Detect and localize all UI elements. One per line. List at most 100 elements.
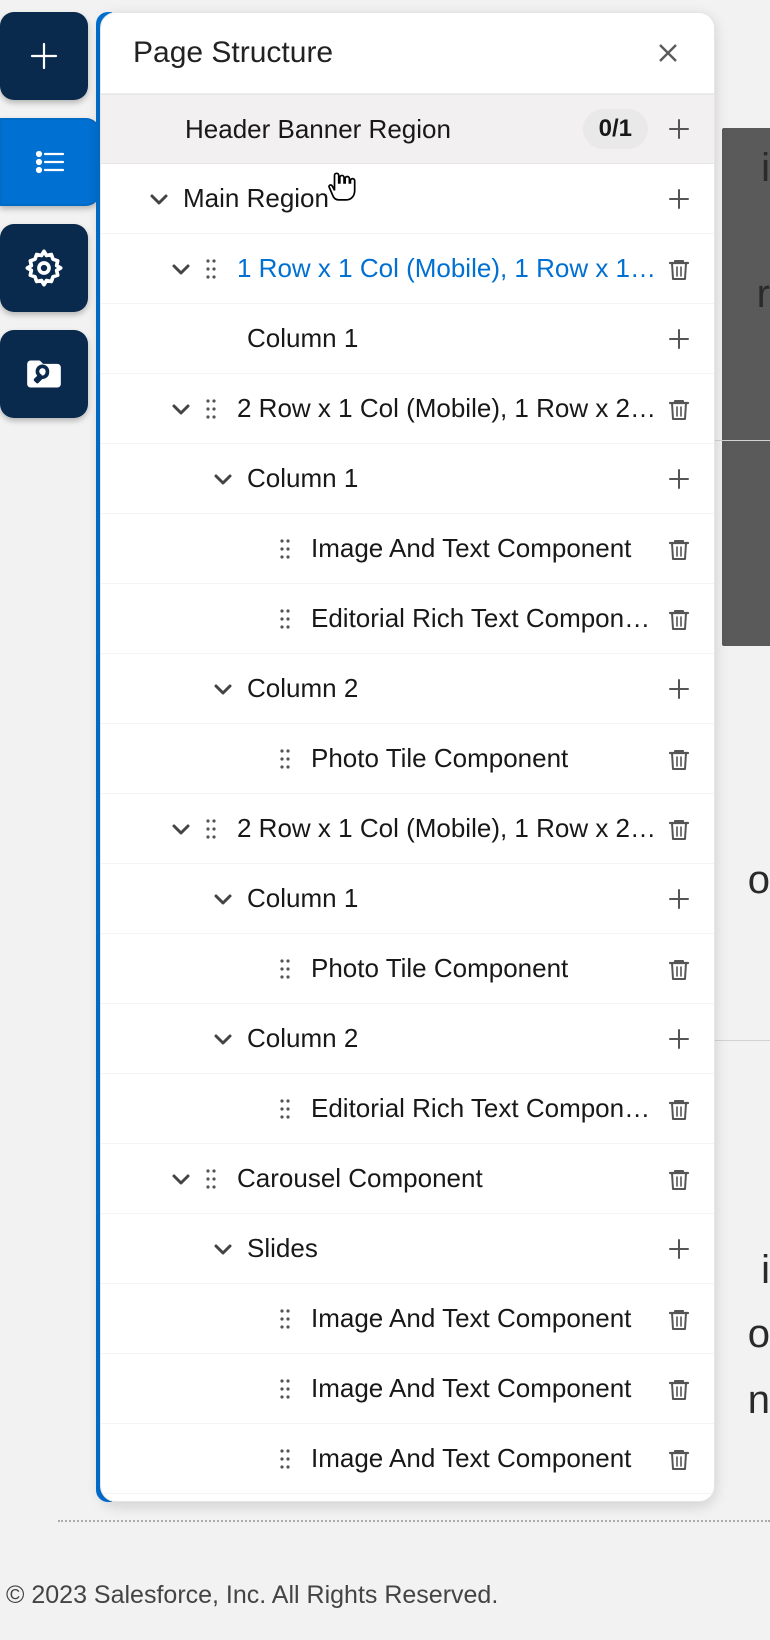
tree-row[interactable]: Image And Text Component [101, 1354, 714, 1424]
tree-row[interactable]: Column 1 [101, 864, 714, 934]
delete-button[interactable] [658, 1158, 700, 1200]
add-button[interactable] [0, 12, 88, 100]
tools-button[interactable] [0, 330, 88, 418]
drag-handle[interactable] [273, 602, 297, 636]
plus-icon [666, 186, 692, 212]
delete-button[interactable] [658, 948, 700, 990]
add-child-button[interactable] [658, 878, 700, 920]
add-child-button[interactable] [658, 458, 700, 500]
list-icon [30, 142, 70, 182]
chevron-down-icon [212, 1028, 234, 1050]
tree-row[interactable]: Editorial Rich Text Component [101, 584, 714, 654]
settings-button[interactable] [0, 224, 88, 312]
trash-icon [666, 1096, 692, 1122]
drag-handle[interactable] [273, 1092, 297, 1126]
delete-button[interactable] [658, 1368, 700, 1410]
expand-toggle[interactable] [205, 1231, 241, 1267]
tree-row[interactable]: Image And Text Component [101, 514, 714, 584]
row-label: Photo Tile Component [305, 953, 658, 984]
plus-icon [666, 1026, 692, 1052]
delete-button[interactable] [658, 598, 700, 640]
tree-row[interactable]: Slides [101, 1214, 714, 1284]
plus-icon [24, 36, 64, 76]
drag-dots-icon [279, 747, 291, 771]
tree-row[interactable]: 2 Row x 1 Col (Mobile), 1 Row x 2 Col (T… [101, 794, 714, 864]
add-child-button[interactable] [658, 668, 700, 710]
expand-toggle[interactable] [205, 1021, 241, 1057]
expand-toggle[interactable] [163, 251, 199, 287]
delete-button[interactable] [658, 248, 700, 290]
add-child-button[interactable] [658, 178, 700, 220]
tree-row[interactable]: Column 2 [101, 654, 714, 724]
delete-button[interactable] [658, 1088, 700, 1130]
tree-row[interactable]: Column 1 [101, 304, 714, 374]
background-separator [710, 440, 770, 441]
close-button[interactable] [650, 35, 686, 71]
structure-button[interactable] [0, 118, 100, 206]
row-label: Image And Text Component [305, 1303, 658, 1334]
row-label: Image And Text Component [305, 1373, 658, 1404]
drag-handle[interactable] [273, 1442, 297, 1476]
row-label: Image And Text Component [305, 533, 658, 564]
row-label: Editorial Rich Text Component [305, 1093, 658, 1124]
expand-toggle[interactable] [163, 1161, 199, 1197]
chevron-down-icon [148, 188, 170, 210]
cursor-hand-icon [326, 168, 360, 202]
expand-toggle[interactable] [205, 671, 241, 707]
tree-row-header-banner[interactable]: Header Banner Region 0/1 [101, 94, 714, 164]
tree-row[interactable]: Main Region [101, 164, 714, 234]
plus-icon [666, 886, 692, 912]
drag-dots-icon [205, 257, 217, 281]
drag-dots-icon [279, 1307, 291, 1331]
drag-handle[interactable] [199, 812, 223, 846]
drag-handle[interactable] [273, 532, 297, 566]
drag-handle[interactable] [273, 1302, 297, 1336]
delete-button[interactable] [658, 808, 700, 850]
row-label: Carousel Component [231, 1163, 658, 1194]
tree-row[interactable]: Image And Text Component [101, 1424, 714, 1494]
copyright-footer: © 2023 Salesforce, Inc. All Rights Reser… [6, 1581, 498, 1610]
chevron-down-icon [212, 888, 234, 910]
tree-row[interactable]: 2 Row x 1 Col (Mobile), 1 Row x 2 Col (T… [101, 374, 714, 444]
delete-button[interactable] [658, 738, 700, 780]
drag-handle[interactable] [273, 1372, 297, 1406]
chevron-down-icon [170, 818, 192, 840]
tree-row[interactable]: Column 1 [101, 444, 714, 514]
drag-dots-icon [279, 537, 291, 561]
expand-toggle[interactable] [205, 881, 241, 917]
expand-toggle[interactable] [141, 181, 177, 217]
expand-toggle[interactable] [163, 811, 199, 847]
expand-toggle[interactable] [205, 461, 241, 497]
drag-handle[interactable] [199, 252, 223, 286]
tree-row[interactable]: Editorial Rich Text Component [101, 1074, 714, 1144]
delete-button[interactable] [658, 1298, 700, 1340]
chevron-down-icon [170, 1168, 192, 1190]
delete-button[interactable] [658, 528, 700, 570]
trash-icon [666, 1306, 692, 1332]
delete-button[interactable] [658, 388, 700, 430]
tree-row[interactable]: Column 2 [101, 1004, 714, 1074]
trash-icon [666, 1446, 692, 1472]
tree-row[interactable]: Carousel Component [101, 1144, 714, 1214]
drag-handle[interactable] [199, 392, 223, 426]
tree-row[interactable]: Photo Tile Component [101, 934, 714, 1004]
add-child-button[interactable] [658, 108, 700, 150]
row-label: Editorial Rich Text Component [305, 603, 658, 634]
drag-handle[interactable] [273, 742, 297, 776]
delete-button[interactable] [658, 1438, 700, 1480]
tree-row[interactable]: Photo Tile Component [101, 724, 714, 794]
background-separator [710, 1040, 770, 1041]
add-child-button[interactable] [658, 318, 700, 360]
drag-handle[interactable] [273, 952, 297, 986]
background-text-fragment: n [748, 1378, 770, 1423]
drag-handle[interactable] [199, 1162, 223, 1196]
add-child-button[interactable] [658, 1228, 700, 1270]
tree-row[interactable]: 1 Row x 1 Col (Mobile), 1 Row x 1 Col (T… [101, 234, 714, 304]
drag-dots-icon [279, 957, 291, 981]
expand-toggle[interactable] [163, 391, 199, 427]
tree-row[interactable]: Image And Text Component [101, 1284, 714, 1354]
add-child-button[interactable] [658, 1018, 700, 1060]
chevron-down-icon [212, 678, 234, 700]
trash-icon [666, 606, 692, 632]
background-text-fragment: o [748, 858, 770, 903]
